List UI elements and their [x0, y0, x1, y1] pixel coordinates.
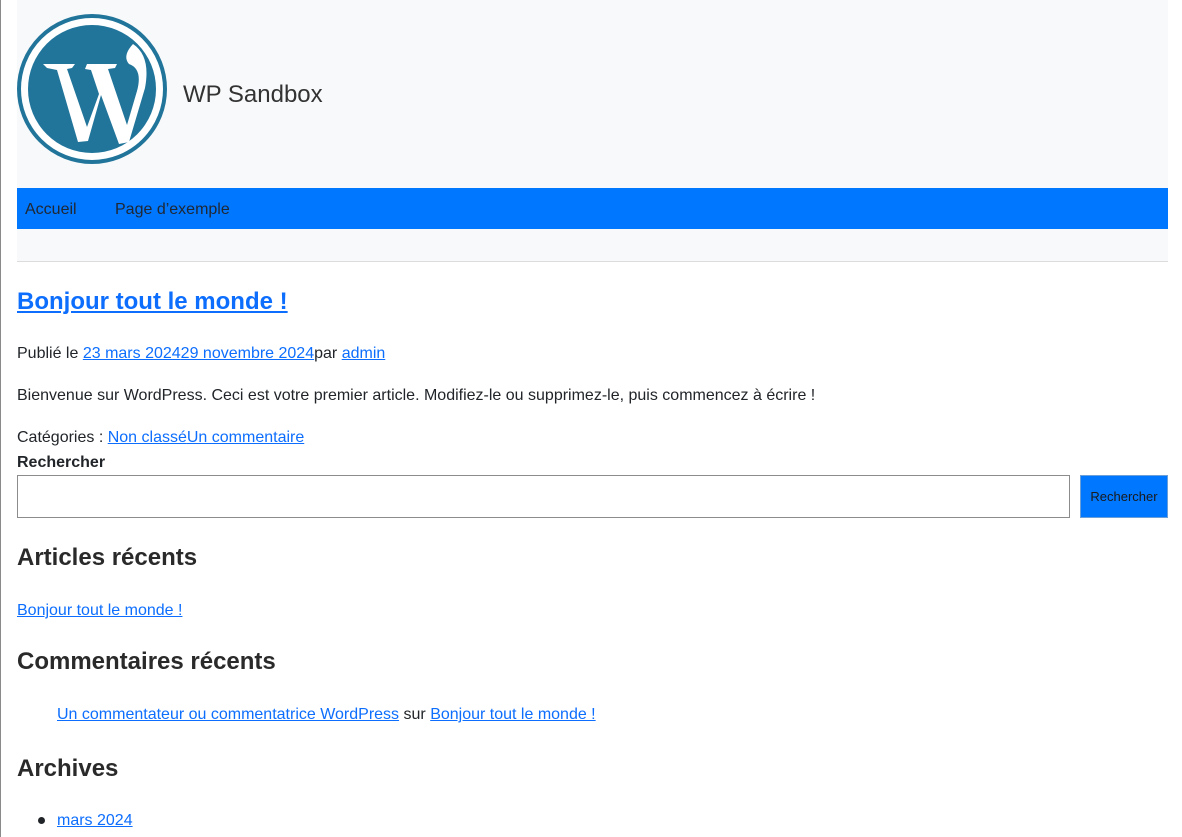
comment-connector: sur	[399, 706, 431, 723]
wordpress-logo-icon	[17, 14, 167, 164]
categories-prefix: Catégories :	[17, 429, 108, 446]
post-title: Bonjour tout le monde !	[17, 286, 288, 318]
header-divider	[17, 261, 1168, 262]
site-logo[interactable]	[17, 14, 167, 164]
published-prefix: Publié le	[17, 345, 83, 362]
comment-author-link[interactable]: Un commentateur ou commentatrice WordPre…	[57, 706, 399, 723]
post-content: Bienvenue sur WordPress. Ceci est votre …	[17, 387, 816, 404]
post-categories: Catégories : Non classéUn commentaire	[17, 427, 304, 449]
post-date-published-link[interactable]: 23 mars 2024	[83, 345, 181, 362]
recent-comments-title: Commentaires récents	[17, 648, 276, 675]
nav-item-page-exemple[interactable]: Page d’exemple	[115, 200, 230, 220]
post-title-link[interactable]: Bonjour tout le monde !	[17, 288, 288, 315]
post-author-link[interactable]: admin	[342, 345, 386, 362]
recent-post-link[interactable]: Bonjour tout le monde !	[17, 600, 182, 622]
main-navigation: Accueil Page d’exemple	[17, 188, 1168, 229]
recent-posts-title: Articles récents	[17, 544, 198, 571]
search-label: Rechercher	[17, 454, 106, 471]
search-button[interactable]: Rechercher	[1080, 475, 1168, 518]
comment-post-link[interactable]: Bonjour tout le monde !	[430, 706, 595, 723]
nav-item-accueil[interactable]: Accueil	[25, 200, 77, 220]
list-bullet	[38, 817, 45, 824]
site-title[interactable]: WP Sandbox	[183, 80, 323, 110]
archive-link[interactable]: mars 2024	[57, 810, 133, 832]
post-meta: Publié le 23 mars 202429 novembre 2024pa…	[17, 343, 385, 365]
recent-comment-item: Un commentateur ou commentatrice WordPre…	[57, 704, 596, 726]
author-prefix: par	[314, 345, 342, 362]
search-input[interactable]	[17, 475, 1070, 518]
archives-title: Archives	[17, 755, 119, 782]
comments-link[interactable]: Un commentaire	[187, 429, 304, 446]
category-link[interactable]: Non classé	[108, 429, 187, 446]
post-date-modified-link[interactable]: 29 novembre 2024	[181, 345, 314, 362]
